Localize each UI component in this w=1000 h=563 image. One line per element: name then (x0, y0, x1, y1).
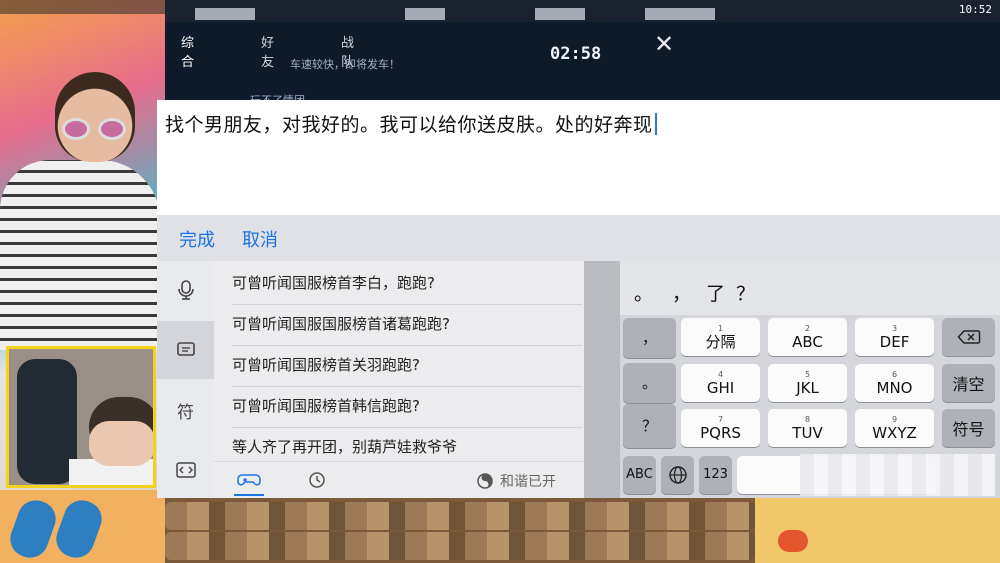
symbols-key[interactable]: 符号 (942, 409, 995, 447)
key-number: 6 (891, 369, 898, 379)
key-label: GHI (706, 378, 735, 397)
game-system-message: 车速较快，即将发车！ (290, 58, 400, 71)
game-bottom-row (165, 532, 755, 560)
message-text: 找个男朋友，对我好的。我可以给你送皮肤。处的好奔现 (165, 114, 653, 136)
key-number: 5 (804, 369, 811, 379)
match-timer: 02:58 (550, 44, 602, 64)
key-9-wxyz[interactable]: 9 WXYZ (855, 409, 934, 447)
globe-key[interactable] (661, 456, 694, 494)
game-tab-friends[interactable]: 好友 (261, 32, 274, 70)
key-label: JKL (796, 378, 819, 397)
phrase-category-tabs: 和谐已开 (214, 461, 584, 499)
key-label: MNO (876, 378, 913, 397)
key-label: WXYZ (872, 423, 917, 442)
microphone-icon (177, 280, 194, 300)
key-number: 8 (804, 414, 811, 424)
harmony-label: 和谐已开 (500, 474, 556, 490)
voice-input-button[interactable] (157, 261, 214, 319)
harmony-icon (477, 473, 493, 489)
text-caret (654, 113, 657, 135)
key-2-abc[interactable]: 2 ABC (768, 318, 847, 356)
phrase-item[interactable]: 可曾听闻国服国服榜首诸葛跑跑? (232, 304, 582, 346)
background-stripe (0, 0, 165, 14)
game-bottom-bar (165, 498, 755, 563)
key-4-ghi[interactable]: 4 GHI (681, 364, 760, 402)
symbols-side-label: 符 (177, 402, 194, 423)
key-5-jkl[interactable]: 5 JKL (768, 364, 847, 402)
done-button[interactable]: 完成 (179, 226, 215, 252)
clear-key-label: 清空 (952, 375, 985, 394)
candidate-word[interactable]: ？ (736, 279, 755, 306)
globe-icon (668, 466, 687, 484)
phrase-item[interactable]: 等人齐了再开团，别葫芦娃救爷爷 (232, 427, 582, 461)
symbols-key-label: 符号 (952, 420, 985, 439)
key-number: 4 (717, 369, 724, 379)
phrases-button[interactable] (157, 321, 214, 379)
key-label: DEF (879, 332, 910, 351)
message-text-wrap: 找个男朋友，对我好的。我可以给你送皮肤。处的好奔现 (165, 110, 657, 137)
ime-side-toolbar: 符 (157, 261, 214, 498)
phrase-item[interactable]: 可曾听闻国服榜首关羽跑跑? (232, 345, 582, 387)
question-key-label: ？ (641, 417, 657, 435)
streamer-portrait-head (55, 72, 135, 162)
key-number: 1 (717, 323, 724, 333)
key-label: TUV (792, 423, 823, 442)
key-label: ABC (792, 332, 823, 351)
message-input-area[interactable]: 找个男朋友，对我好的。我可以给你送皮肤。处的好奔现 (157, 100, 1000, 215)
key-7-pqrs[interactable]: 7 PQRS (681, 409, 760, 447)
harmony-toggle[interactable]: 和谐已开 (476, 471, 556, 491)
symbols-side-button[interactable]: 符 (157, 381, 214, 439)
system-bar: 10:52 (165, 0, 1000, 22)
backspace-icon (956, 330, 980, 344)
key-label: PQRS (700, 423, 741, 442)
number-key-label: 123 (703, 467, 728, 482)
redacted-area (800, 454, 995, 496)
code-brackets-icon (175, 462, 196, 478)
backspace-key[interactable] (942, 318, 995, 356)
candidate-row: 。 ， 了 ？ (620, 261, 1000, 315)
clock-icon (309, 472, 325, 488)
system-time: 10:52 (958, 3, 992, 16)
key-number: 7 (717, 414, 724, 424)
game-bottom-row (165, 502, 755, 530)
clear-key[interactable]: 清空 (942, 364, 995, 402)
number-switch-key[interactable]: 123 (699, 456, 732, 494)
gamepad-icon (237, 474, 261, 486)
game-tab-general[interactable]: 综合 (181, 32, 194, 70)
comma-key[interactable]: ， (623, 318, 676, 358)
abc-switch-key[interactable]: ABC (623, 456, 656, 494)
streamer-portrait-glasses (62, 118, 128, 140)
candidate-word[interactable]: ， (672, 279, 691, 306)
key-label: 分隔 (705, 332, 736, 351)
candidate-word[interactable]: 。 (634, 279, 653, 306)
panel-divider (584, 261, 620, 498)
phrase-tab-game[interactable] (234, 466, 264, 496)
crab-sticker (778, 530, 808, 552)
chat-bubble-icon (176, 342, 195, 356)
key-number: 3 (891, 323, 898, 333)
key-number: 9 (891, 414, 898, 424)
close-icon[interactable]: ✕ (654, 30, 674, 58)
question-key[interactable]: ？ (623, 404, 676, 448)
key-number: 2 (804, 323, 811, 333)
key-1-separator[interactable]: 1 分隔 (681, 318, 760, 356)
period-key[interactable]: 。 (623, 363, 676, 403)
input-action-bar: 完成 取消 (157, 215, 1000, 261)
webcam-overlay (6, 346, 156, 488)
phrase-item[interactable]: 可曾听闻国服榜首韩信跑跑? (232, 386, 582, 428)
cancel-button[interactable]: 取消 (242, 226, 278, 252)
quick-phrase-list: 可曾听闻国服榜首李白，跑跑? 可曾听闻国服国服榜首诸葛跑跑? 可曾听闻国服榜首关… (214, 261, 584, 461)
streamer-portrait-body (0, 160, 160, 350)
code-button[interactable] (157, 441, 214, 499)
phrase-item[interactable]: 可曾听闻国服榜首李白，跑跑? (232, 263, 582, 305)
comma-key-label: ， (641, 329, 657, 347)
phrase-tab-recent[interactable] (302, 466, 332, 494)
candidate-word[interactable]: 了 (706, 279, 725, 306)
abc-key-label: ABC (626, 467, 653, 482)
period-key-label: 。 (641, 374, 657, 392)
key-6-mno[interactable]: 6 MNO (855, 364, 934, 402)
key-3-def[interactable]: 3 DEF (855, 318, 934, 356)
key-8-tuv[interactable]: 8 TUV (768, 409, 847, 447)
nine-key-keyboard: 。 ， 了 ？ ， 。 ？ 1 分隔 2 ABC 3 DEF 4 GHI 5 J… (620, 261, 1000, 498)
